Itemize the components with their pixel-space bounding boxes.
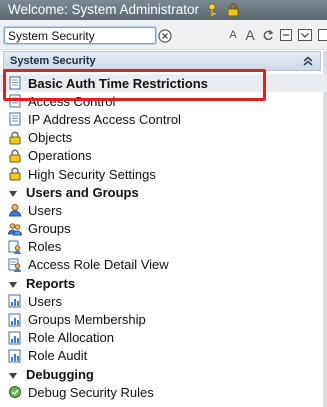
report-icon: [8, 294, 22, 308]
section-label: Users and Groups: [26, 184, 139, 200]
panel-title: System Security: [10, 55, 96, 67]
lock-icon: [8, 131, 22, 145]
navigation-tree: Basic Auth Time Restrictions Access Cont…: [0, 74, 327, 401]
tree-item-roles[interactable]: Roles: [0, 238, 327, 256]
tree-item-label: Users: [28, 202, 62, 218]
tree-item-label: Objects: [28, 130, 73, 146]
tree-item-basic-auth-time-restrictions[interactable]: Basic Auth Time Restrictions: [0, 74, 327, 93]
panel-edge-icon: [318, 28, 327, 42]
lock-icon: [8, 149, 22, 163]
tree-item-label: Access Role Detail View: [28, 257, 169, 273]
text-larger-icon[interactable]: A: [244, 28, 256, 42]
window-titlebar: Welcome: System Administrator: [0, 0, 327, 20]
report-icon: [8, 331, 22, 345]
roles-icon: [8, 240, 22, 254]
document-icon: [8, 112, 22, 126]
system-security-panel-header[interactable]: System Security: [3, 51, 321, 71]
tree-item-users[interactable]: Users: [0, 201, 327, 219]
triangle-down-icon[interactable]: [8, 187, 18, 198]
tree-item-ip-address-access-control[interactable]: IP Address Access Control: [0, 110, 327, 128]
tree-item-role-audit[interactable]: Role Audit: [0, 347, 327, 365]
section-users-and-groups[interactable]: Users and Groups: [0, 183, 327, 201]
report-icon: [8, 349, 22, 363]
tree-item-objects[interactable]: Objects: [0, 129, 327, 147]
tree-item-label: Debug Security Rules: [28, 384, 154, 400]
user-icon: [8, 203, 22, 217]
group-icon: [8, 222, 22, 236]
roles-detail-icon: [8, 258, 22, 272]
text-smaller-icon[interactable]: A: [228, 28, 238, 42]
refresh-icon[interactable]: [262, 28, 274, 42]
chevron-down-icon[interactable]: [298, 28, 312, 42]
search-toolbar: A A: [0, 20, 327, 50]
lock-user-icon[interactable]: [227, 3, 239, 17]
double-chevron-up-icon[interactable]: [302, 55, 314, 67]
window-title: Welcome: System Administrator: [8, 2, 200, 17]
section-label: Debugging: [26, 366, 94, 382]
clear-search-icon[interactable]: [158, 29, 172, 43]
tree-item-label: Groups: [28, 221, 71, 237]
collapse-all-icon[interactable]: [280, 28, 292, 42]
section-debugging[interactable]: Debugging: [0, 365, 327, 383]
document-icon: [8, 76, 22, 90]
triangle-down-icon[interactable]: [8, 369, 18, 380]
tree-item-label: Operations: [28, 148, 92, 164]
tree-item-debug-security-rules[interactable]: Debug Security Rules: [0, 383, 327, 401]
section-reports[interactable]: Reports: [0, 274, 327, 292]
tree-item-label: IP Address Access Control: [28, 111, 181, 127]
tree-item-report-users[interactable]: Users: [0, 292, 327, 310]
tree-item-label: Role Audit: [28, 348, 88, 364]
tree-item-access-role-detail-view[interactable]: Access Role Detail View: [0, 256, 327, 274]
tree-item-high-security-settings[interactable]: High Security Settings: [0, 165, 327, 183]
tree-item-label: Basic Auth Time Restrictions: [28, 75, 208, 91]
section-label: Reports: [26, 275, 76, 291]
tree-item-groups[interactable]: Groups: [0, 220, 327, 238]
tree-item-label: Users: [28, 293, 62, 309]
triangle-down-icon[interactable]: [8, 278, 18, 289]
search-input[interactable]: [4, 27, 156, 44]
lock-icon: [8, 167, 22, 181]
tree-item-label: Access Control: [28, 93, 116, 109]
document-icon: [8, 94, 22, 108]
report-icon: [8, 313, 22, 327]
tree-item-access-control[interactable]: Access Control: [0, 92, 327, 110]
tree-item-label: High Security Settings: [28, 166, 156, 182]
tree-item-role-allocation[interactable]: Role Allocation: [0, 329, 327, 347]
tree-item-label: Role Allocation: [28, 330, 114, 346]
debug-icon: [8, 385, 22, 399]
tree-item-label: Groups Membership: [28, 312, 146, 328]
tree-item-operations[interactable]: Operations: [0, 147, 327, 165]
tree-item-groups-membership[interactable]: Groups Membership: [0, 310, 327, 328]
tree-item-label: Roles: [28, 239, 62, 255]
key-icon[interactable]: [207, 3, 219, 17]
